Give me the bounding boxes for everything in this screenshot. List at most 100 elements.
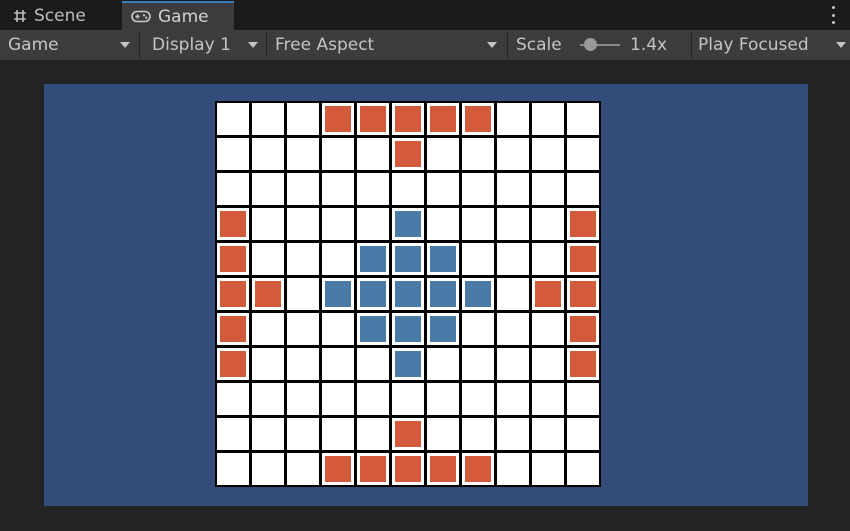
board-cell[interactable]: [252, 453, 284, 485]
board-cell[interactable]: [357, 103, 389, 135]
board-cell[interactable]: [217, 278, 249, 310]
game-board[interactable]: [215, 101, 601, 487]
board-cell[interactable]: [322, 103, 354, 135]
board-cell[interactable]: [392, 453, 424, 485]
board-cell[interactable]: [567, 208, 599, 240]
attacker-piece[interactable]: [220, 246, 246, 272]
board-cell[interactable]: [217, 243, 249, 275]
board-cell[interactable]: [567, 383, 599, 415]
board-cell[interactable]: [427, 313, 459, 345]
board-cell[interactable]: [497, 208, 529, 240]
board-cell[interactable]: [462, 313, 494, 345]
board-cell[interactable]: [357, 243, 389, 275]
board-cell[interactable]: [392, 208, 424, 240]
board-cell[interactable]: [427, 348, 459, 380]
board-cell[interactable]: [462, 208, 494, 240]
board-cell[interactable]: [217, 208, 249, 240]
board-cell[interactable]: [497, 348, 529, 380]
board-cell[interactable]: [462, 383, 494, 415]
attacker-piece[interactable]: [220, 316, 246, 342]
attacker-piece[interactable]: [535, 281, 561, 307]
attacker-piece[interactable]: [465, 106, 491, 132]
aspect-ratio-dropdown[interactable]: Free Aspect: [267, 30, 507, 60]
attacker-piece[interactable]: [220, 211, 246, 237]
defender-piece[interactable]: [465, 281, 491, 307]
tab-scene[interactable]: Scene: [13, 1, 121, 30]
board-cell[interactable]: [322, 138, 354, 170]
board-cell[interactable]: [287, 278, 319, 310]
board-cell[interactable]: [497, 278, 529, 310]
more-options-icon[interactable]: [830, 6, 836, 24]
board-cell[interactable]: [217, 103, 249, 135]
board-cell[interactable]: [497, 383, 529, 415]
board-cell[interactable]: [532, 243, 564, 275]
defender-piece[interactable]: [360, 281, 386, 307]
defender-piece[interactable]: [395, 316, 421, 342]
board-cell[interactable]: [497, 453, 529, 485]
board-cell[interactable]: [357, 418, 389, 450]
defender-piece[interactable]: [395, 246, 421, 272]
board-cell[interactable]: [532, 278, 564, 310]
board-cell[interactable]: [357, 278, 389, 310]
board-cell[interactable]: [532, 348, 564, 380]
board-cell[interactable]: [357, 383, 389, 415]
board-cell[interactable]: [392, 103, 424, 135]
board-cell[interactable]: [567, 348, 599, 380]
board-cell[interactable]: [252, 418, 284, 450]
board-cell[interactable]: [462, 453, 494, 485]
board-cell[interactable]: [462, 348, 494, 380]
board-cell[interactable]: [217, 418, 249, 450]
board-cell[interactable]: [252, 278, 284, 310]
board-cell[interactable]: [217, 138, 249, 170]
board-cell[interactable]: [532, 418, 564, 450]
defender-piece[interactable]: [395, 211, 421, 237]
board-cell[interactable]: [217, 173, 249, 205]
board-cell[interactable]: [322, 313, 354, 345]
board-cell[interactable]: [427, 278, 459, 310]
game-view-dropdown[interactable]: Game: [0, 30, 138, 60]
board-cell[interactable]: [462, 103, 494, 135]
attacker-piece[interactable]: [325, 456, 351, 482]
board-cell[interactable]: [567, 103, 599, 135]
board-cell[interactable]: [252, 383, 284, 415]
board-cell[interactable]: [532, 313, 564, 345]
attacker-piece[interactable]: [570, 351, 596, 377]
attacker-piece[interactable]: [570, 281, 596, 307]
board-cell[interactable]: [357, 453, 389, 485]
board-cell[interactable]: [252, 243, 284, 275]
defender-piece[interactable]: [360, 246, 386, 272]
scale-slider-thumb[interactable]: [584, 38, 597, 51]
board-cell[interactable]: [252, 138, 284, 170]
board-cell[interactable]: [532, 208, 564, 240]
board-cell[interactable]: [252, 208, 284, 240]
board-cell[interactable]: [252, 103, 284, 135]
board-cell[interactable]: [392, 278, 424, 310]
board-cell[interactable]: [567, 243, 599, 275]
board-cell[interactable]: [567, 138, 599, 170]
board-cell[interactable]: [392, 243, 424, 275]
attacker-piece[interactable]: [430, 106, 456, 132]
board-cell[interactable]: [322, 278, 354, 310]
attacker-piece[interactable]: [570, 316, 596, 342]
board-cell[interactable]: [252, 173, 284, 205]
board-cell[interactable]: [322, 243, 354, 275]
board-cell[interactable]: [357, 313, 389, 345]
board-cell[interactable]: [217, 313, 249, 345]
board-cell[interactable]: [462, 243, 494, 275]
board-cell[interactable]: [532, 383, 564, 415]
board-cell[interactable]: [567, 418, 599, 450]
board-cell[interactable]: [322, 453, 354, 485]
board-cell[interactable]: [462, 278, 494, 310]
board-cell[interactable]: [427, 208, 459, 240]
board-cell[interactable]: [392, 348, 424, 380]
board-cell[interactable]: [252, 313, 284, 345]
board-cell[interactable]: [392, 138, 424, 170]
attacker-piece[interactable]: [395, 141, 421, 167]
board-cell[interactable]: [392, 173, 424, 205]
board-cell[interactable]: [217, 383, 249, 415]
board-cell[interactable]: [357, 173, 389, 205]
board-cell[interactable]: [497, 313, 529, 345]
board-cell[interactable]: [427, 243, 459, 275]
board-cell[interactable]: [392, 313, 424, 345]
board-cell[interactable]: [427, 138, 459, 170]
